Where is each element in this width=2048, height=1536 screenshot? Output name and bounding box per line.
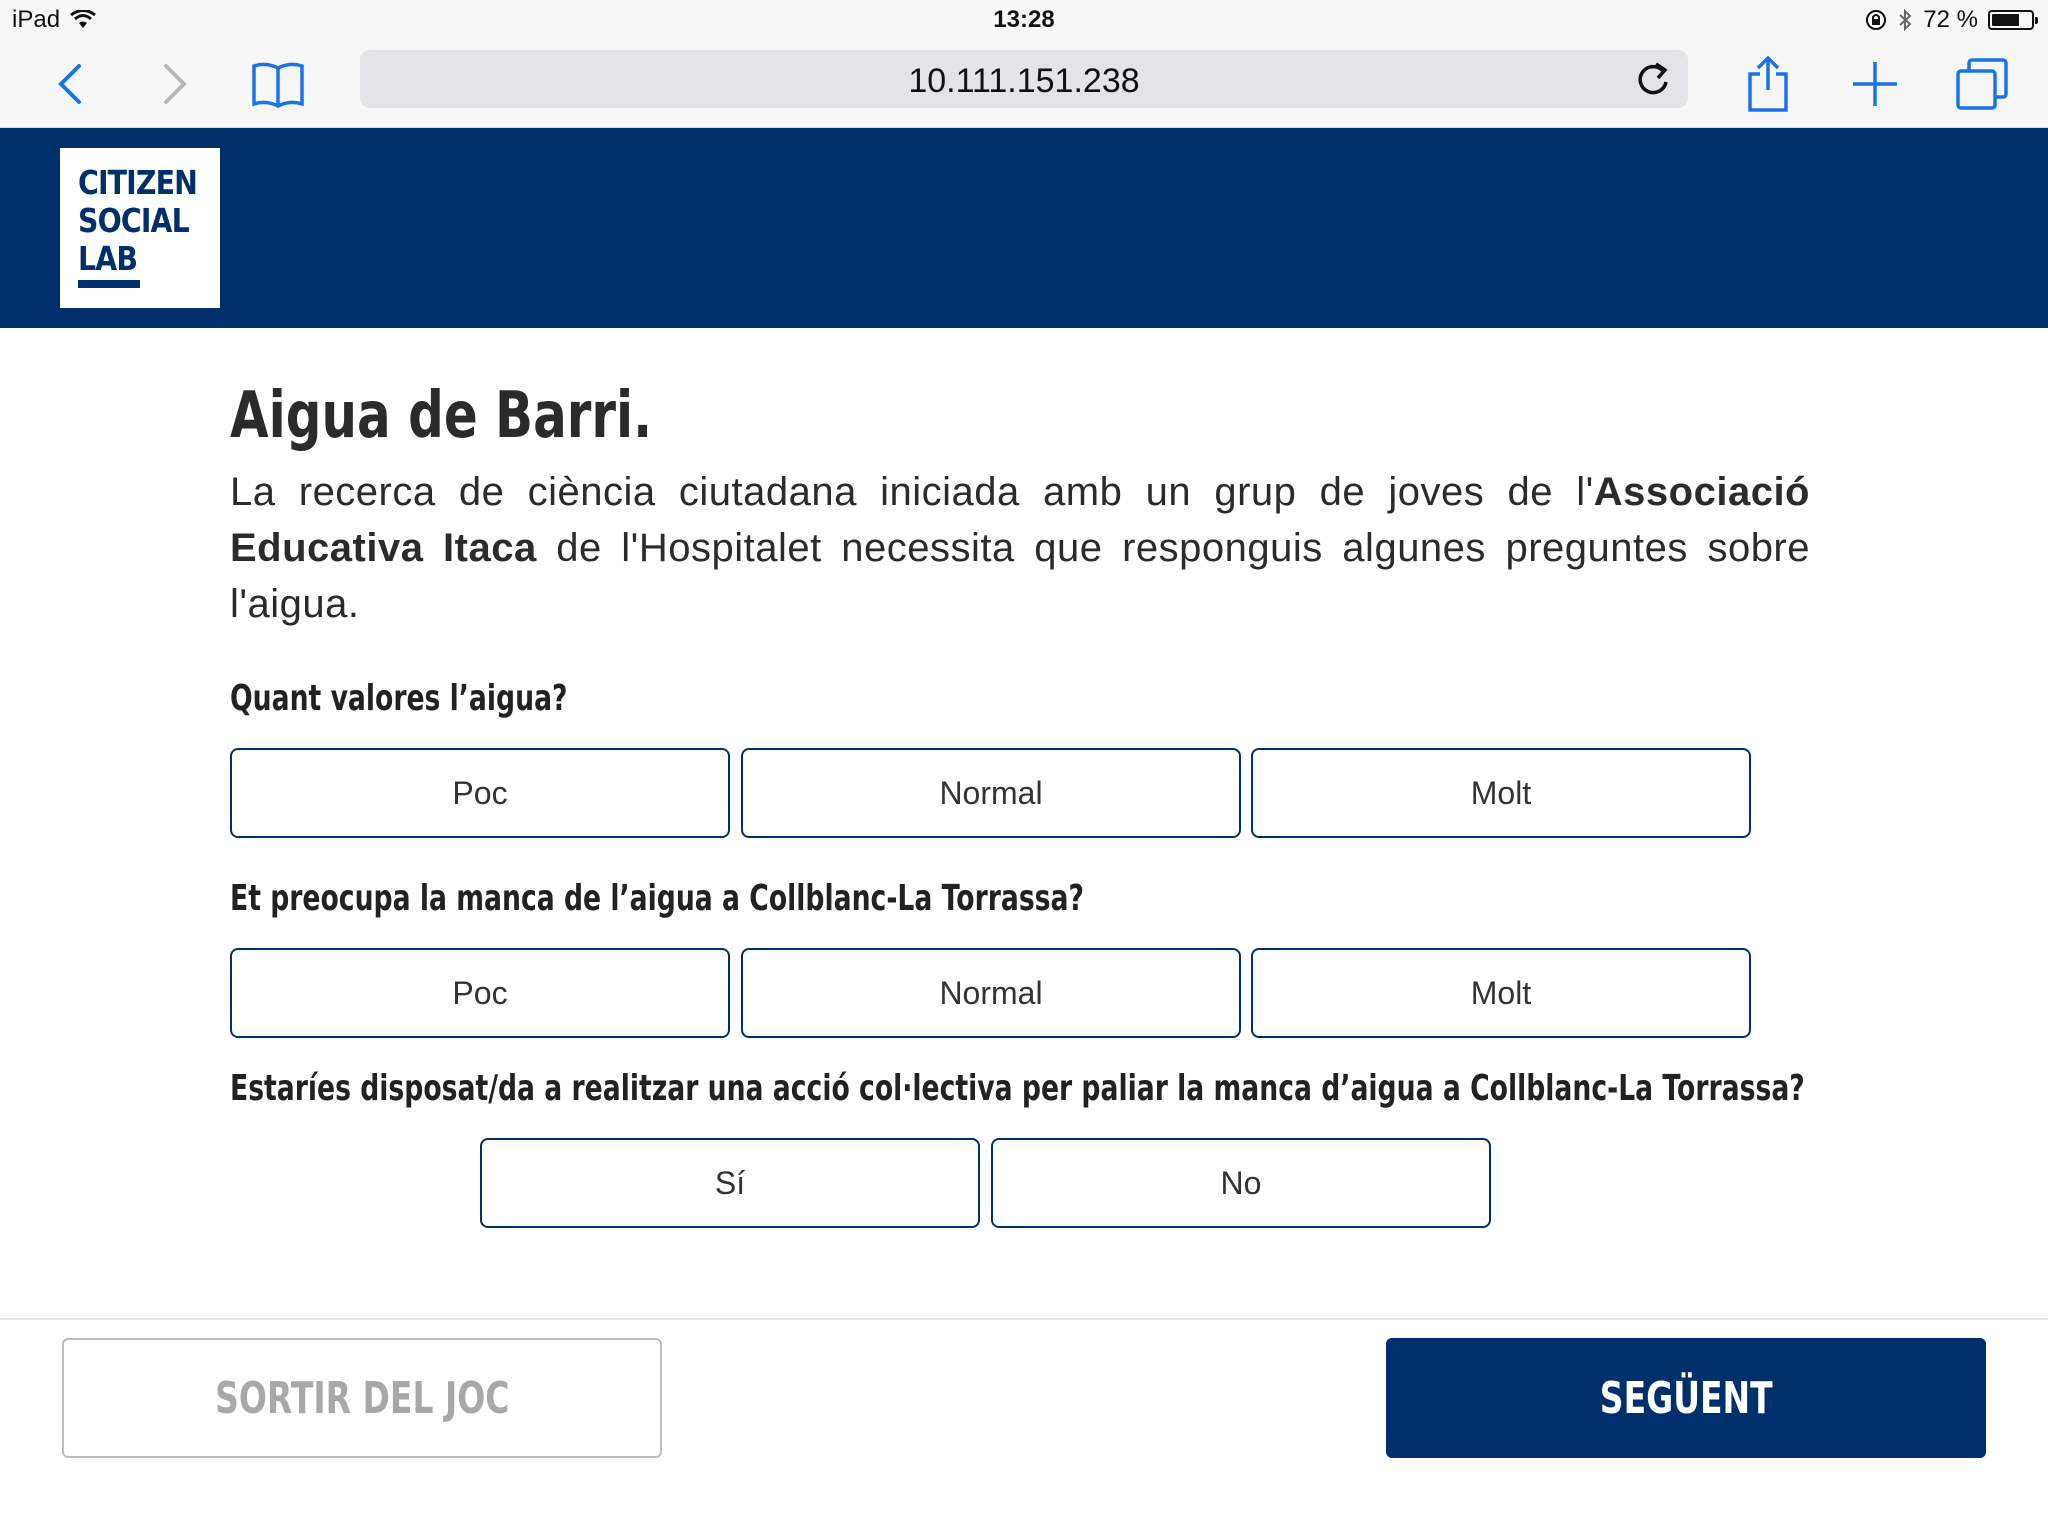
orientation-lock-icon (1866, 10, 1887, 30)
exit-game-label: SORTIR DEL JOC (214, 1372, 510, 1424)
battery-level (1992, 14, 2020, 26)
battery-percent: 72 % (1923, 6, 1978, 33)
site-header: CITIZEN SOCIAL LAB (0, 128, 2048, 328)
q2-option-molt[interactable]: Molt (1251, 948, 1751, 1038)
intro-paragraph: La recerca de ciència ciutadana iniciada… (230, 464, 1810, 632)
logo-underline (78, 280, 140, 288)
next-button[interactable]: SEGÜENT (1386, 1338, 1986, 1458)
q1-option-poc[interactable]: Poc (230, 748, 730, 838)
address-bar[interactable]: 10.111.151.238 (360, 50, 1688, 108)
logo-line-1: CITIZEN (78, 163, 198, 202)
share-icon (1748, 56, 1788, 112)
share-button[interactable] (1738, 54, 1798, 114)
footer-divider (0, 1318, 2048, 1320)
bluetooth-icon (1899, 8, 1912, 32)
q1-option-molt[interactable]: Molt (1251, 748, 1751, 838)
q1-option-normal[interactable]: Normal (741, 748, 1241, 838)
tabs-button[interactable] (1952, 54, 2012, 114)
back-button[interactable] (40, 54, 100, 114)
citizen-social-lab-logo[interactable]: CITIZEN SOCIAL LAB (60, 148, 220, 308)
question-3: Estaríes disposat/da a realitzar una acc… (230, 1068, 1805, 1109)
browser-toolbar: 10.111.151.238 (0, 40, 2048, 128)
tabs-icon (1956, 58, 2008, 110)
q2-option-normal[interactable]: Normal (741, 948, 1241, 1038)
status-bar: iPad 13:28 72 % (0, 0, 2048, 40)
forward-icon (164, 64, 187, 104)
question-2: Et preocupa la manca de l’aigua a Collbl… (230, 878, 1084, 919)
next-label: SEGÜENT (1599, 1372, 1773, 1424)
page-title: Aigua de Barri. (230, 379, 653, 453)
back-icon (58, 64, 81, 104)
new-tab-button[interactable] (1845, 54, 1905, 114)
bookmarks-button[interactable] (248, 54, 308, 114)
q2-option-poc[interactable]: Poc (230, 948, 730, 1038)
url-text: 10.111.151.238 (908, 62, 1140, 100)
logo-line-2: SOCIAL (78, 201, 190, 240)
main-content: Aigua de Barri. La recerca de ciència ci… (230, 368, 1810, 632)
question-1: Quant valores l’aigua? (230, 678, 568, 719)
battery-icon (1988, 10, 2038, 30)
status-time: 13:28 (993, 6, 1055, 33)
logo-line-3: LAB (78, 239, 138, 278)
exit-game-button[interactable]: SORTIR DEL JOC (62, 1338, 662, 1458)
forward-button[interactable] (145, 54, 205, 114)
q3-option-si[interactable]: Sí (480, 1138, 980, 1228)
new-tab-icon (1853, 62, 1897, 106)
intro-text-start: La recerca de ciència ciutadana iniciada… (230, 470, 1594, 514)
q3-option-no[interactable]: No (991, 1138, 1491, 1228)
bookmarks-icon (252, 62, 304, 108)
reload-icon[interactable] (1632, 58, 1674, 100)
